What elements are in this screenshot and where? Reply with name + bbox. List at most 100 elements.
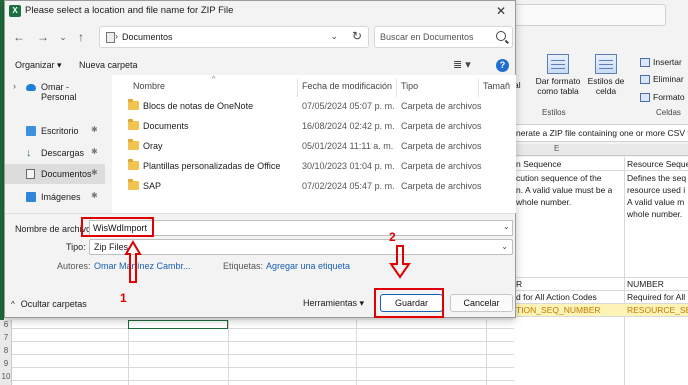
column-header-date[interactable]: Fecha de modificación [302,81,392,91]
delete-button[interactable]: Eliminar [640,74,684,84]
command-bar: Organizar ▾ Nueva carpeta ≣ ▾ ? [5,55,515,75]
sidebar-item-label: Documentos [41,169,92,179]
column-divider[interactable] [396,79,397,97]
file-row[interactable]: Plantillas personalizadas de Office 30/1… [112,157,516,177]
filetype-select[interactable]: Zip Files ⌄ [89,239,513,255]
format-button[interactable]: Formato [640,92,685,102]
cell-e-type[interactable]: R [516,279,522,290]
cell-f-code[interactable]: RESOURCE_SEQ [627,305,688,316]
grid-row-line [514,316,688,317]
row-number[interactable]: 8 [0,346,12,355]
file-date: 07/02/2024 05:47 p. m. [302,181,395,191]
location-icon [106,32,115,43]
annotation-step-1: 1 [120,291,127,305]
column-header-name[interactable]: Nombre [133,81,165,91]
insert-label: Insertar [653,57,682,67]
tags-field[interactable]: Agregar una etiqueta [266,261,350,271]
pin-icon: ✱ [91,191,98,200]
sidebar-item-downloads[interactable]: ↓ Descargas ✱ [5,143,105,163]
file-row[interactable]: SAP 07/02/2024 05:47 p. m. Carpeta de ar… [112,177,516,197]
file-type: Carpeta de archivos [401,181,482,191]
authors-field[interactable]: Omar Martínez Cambr... [94,261,191,271]
spreadsheet-grid[interactable]: n Sequence Resource Seque cution sequenc… [514,157,688,385]
delete-label: Eliminar [653,74,684,84]
hide-folders-button[interactable]: ^ Ocultar carpetas [11,299,87,309]
organize-button[interactable]: Organizar ▾ [15,60,62,71]
recent-locations-icon[interactable]: ⌄ [55,29,71,45]
dialog-titlebar[interactable]: X Please select a location and file name… [5,1,515,21]
column-header-type[interactable]: Tipo [401,81,418,91]
file-name: Blocs de notas de OneNote [143,101,254,111]
filename-dropdown-icon[interactable]: ⌄ [503,222,510,231]
formula-bar[interactable]: nerate a ZIP file containing one or more… [514,124,688,142]
search-icon[interactable] [496,31,506,41]
desktop-icon [26,126,36,136]
column-header-size[interactable]: Tamañ [483,81,510,91]
forward-arrow-icon[interactable]: → [35,29,51,45]
save-file-dialog: X Please select a location and file name… [4,0,516,318]
grid-column-line [356,320,357,385]
expand-chevron-icon[interactable]: › [13,81,16,91]
close-button[interactable]: ✕ [493,3,509,19]
search-input[interactable]: Buscar en Documentos [374,26,513,48]
authors-label: Autores: [57,261,91,271]
view-options-icon[interactable]: ≣ ▾ [453,58,471,71]
folder-icon [128,99,139,110]
back-arrow-icon[interactable]: ← [11,29,27,45]
new-folder-button[interactable]: Nueva carpeta [79,60,138,70]
folder-icon [128,159,139,170]
tags-label: Etiquetas: [223,261,264,271]
insert-button[interactable]: Insertar [640,57,682,67]
file-row[interactable]: Documents 16/08/2024 02:42 p. m. Carpeta… [112,117,516,137]
sidebar-item-documents[interactable]: Documentos ✱ [5,164,105,184]
cell-e-required[interactable]: d for All Action Codes [516,292,597,303]
format-label: Formato [653,92,685,102]
sidebar-item-desktop[interactable]: Escritorio ✱ [5,121,105,141]
filetype-value: Zip Files [94,242,129,252]
grid-column-line [228,320,229,385]
row-number[interactable]: 10 [0,372,12,381]
hide-folders-label: Ocultar carpetas [20,299,87,309]
spreadsheet-grid-bottom[interactable] [0,320,514,385]
column-divider[interactable] [297,79,298,97]
sidebar-item-images[interactable]: Imágenes ✱ [5,187,105,207]
cell-f-required[interactable]: Required for All [627,292,685,303]
column-divider[interactable] [478,79,479,97]
file-list-pane[interactable]: ^ Nombre Fecha de modificación Tipo Tama… [112,75,516,213]
cell-styles-button[interactable]: Estilos de celda [586,54,626,96]
address-bar[interactable]: › Documentos ⌄ ↻ [99,26,369,48]
file-row[interactable]: Oray 05/01/2024 11:11 a. m. Carpeta de a… [112,137,516,157]
navigation-bar: ← → ⌄ ↑ › Documentos ⌄ ↻ Buscar en Docum… [5,23,515,51]
excel-search-box[interactable] [514,4,666,26]
row-number[interactable]: 9 [0,359,12,368]
row-number[interactable]: 6 [0,320,12,329]
cell-e-header[interactable]: n Sequence [516,159,561,170]
sidebar-item-label: Descargas [41,148,85,158]
breadcrumb-separator: › [115,31,118,41]
grid-column-line [624,157,625,385]
refresh-icon[interactable]: ↻ [352,29,362,43]
cell-f-desc-line: A valid value m [627,197,685,207]
row-number[interactable]: 7 [0,333,12,342]
cell-f-header[interactable]: Resource Seque [627,159,688,170]
pane-divider [5,213,515,214]
cell-e-code[interactable]: TION_SEQ_NUMBER [516,305,601,316]
images-icon [26,192,36,202]
file-type: Carpeta de archivos [401,161,482,171]
sidebar-item-onedrive[interactable]: › Omar - Personal [5,77,105,102]
column-e-header[interactable]: E [554,144,559,153]
cancel-button[interactable]: Cancelar [450,294,513,312]
address-path[interactable]: Documentos [122,32,173,42]
annotation-arrow-down-icon [389,245,411,279]
file-row[interactable]: Blocs de notas de OneNote 07/05/2024 05:… [112,97,516,117]
address-dropdown-icon[interactable]: ⌄ [330,31,338,42]
annotation-box-filename [81,217,154,237]
file-date: 16/08/2024 02:42 p. m. [302,121,395,131]
format-as-table-button[interactable]: Dar formato como tabla [534,54,582,96]
cell-f-type[interactable]: NUMBER [627,279,664,290]
help-icon[interactable]: ? [496,59,509,72]
up-arrow-icon[interactable]: ↑ [73,29,89,45]
filetype-dropdown-icon[interactable]: ⌄ [501,242,508,251]
selected-cell[interactable] [128,320,228,329]
tools-button[interactable]: Herramientas ▾ [303,298,364,309]
